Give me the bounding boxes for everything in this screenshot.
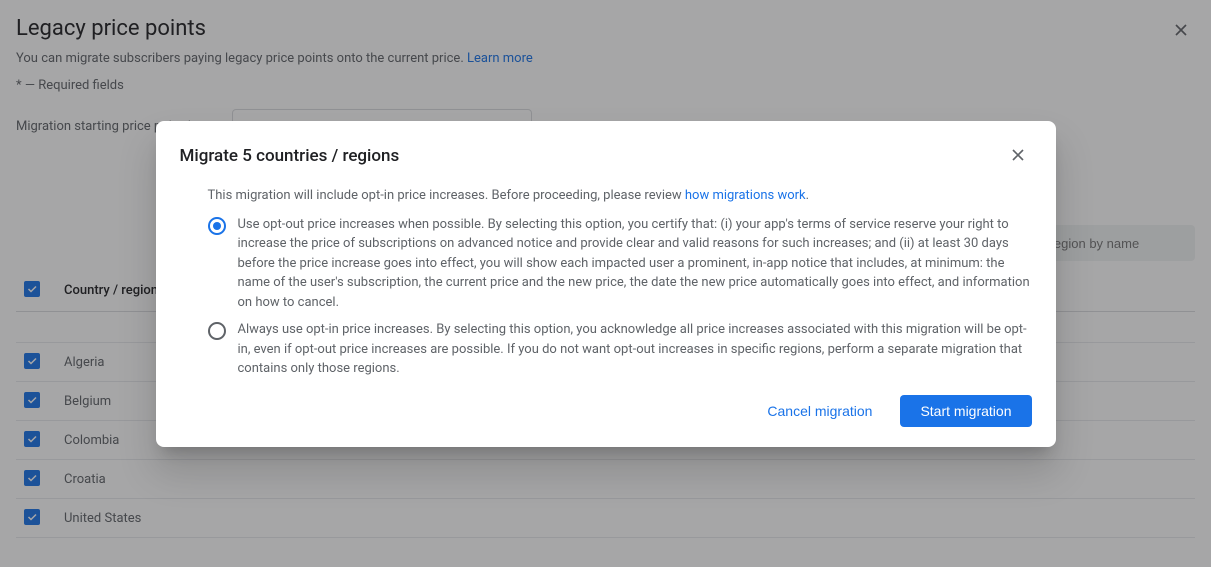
opt-in-label: Always use opt-in price increases. By se… (238, 320, 1032, 379)
intro-prefix: This migration will include opt-in price… (208, 188, 685, 203)
opt-out-label: Use opt-out price increases when possibl… (238, 215, 1032, 313)
how-migrations-work-link[interactable]: how migrations work (685, 188, 806, 203)
opt-in-radio[interactable] (208, 322, 226, 340)
cancel-migration-button[interactable]: Cancel migration (747, 395, 892, 427)
close-icon (1008, 145, 1028, 165)
opt-out-radio[interactable] (208, 217, 226, 235)
intro-suffix: . (806, 188, 809, 203)
start-migration-button[interactable]: Start migration (900, 395, 1031, 427)
dialog-intro: This migration will include opt-in price… (208, 188, 1032, 203)
modal-overlay: Migrate 5 countries / regions This migra… (0, 0, 1211, 567)
dialog-title: Migrate 5 countries / regions (180, 146, 400, 166)
migrate-dialog: Migrate 5 countries / regions This migra… (156, 121, 1056, 447)
dialog-close-button[interactable] (1004, 141, 1032, 172)
